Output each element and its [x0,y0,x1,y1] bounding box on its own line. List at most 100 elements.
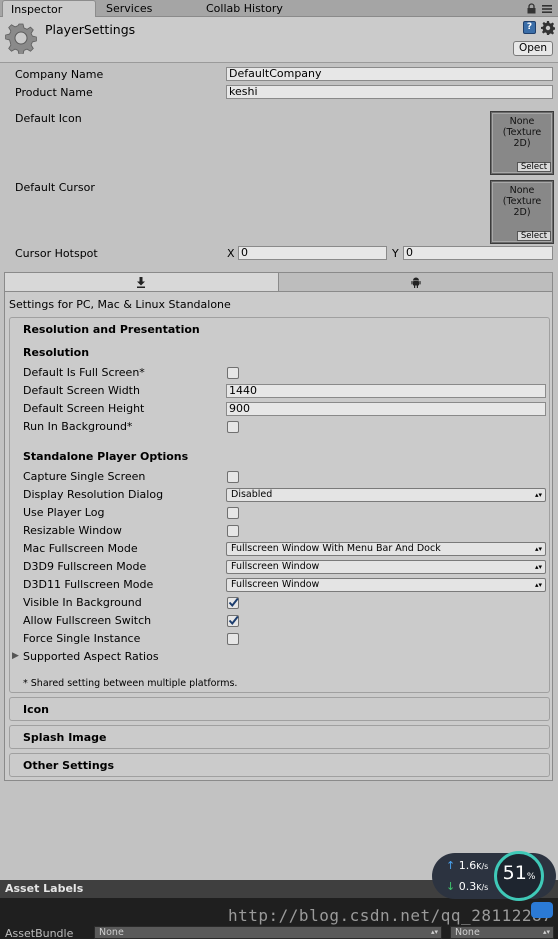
full-screen-label: Default Is Full Screen* [23,366,145,379]
hotspot-y-label: Y [392,247,399,260]
check-icon [228,597,239,608]
supported-aspect-ratios-foldout[interactable]: Supported Aspect Ratios [23,650,159,664]
resolution-presentation-header[interactable]: Resolution and Presentation [23,323,200,337]
d3d9-fullscreen-mode-label: D3D9 Fullscreen Mode [23,560,147,573]
chevron-updown-icon: ▴▾ [534,581,542,589]
resolution-presentation-section: Resolution and Presentation Resolution D… [9,317,550,693]
settings-for-label: Settings for PC, Mac & Linux Standalone [9,298,231,311]
company-name-label: Company Name [15,68,104,81]
dropdown-value: None [99,927,124,938]
run-in-background-label: Run In Background* [23,420,133,433]
texture-none-text: None (Texture 2D) [502,116,542,149]
watermark-text: http://blog.csdn.net/qq_28112287 [228,906,553,925]
page-title: PlayerSettings [45,22,136,37]
help-icon[interactable]: ? [523,21,536,34]
visible-in-background-checkbox[interactable] [227,597,239,609]
use-player-log-checkbox[interactable] [227,507,239,519]
settings-gear-icon [5,23,37,54]
upload-speed: ↑ 1.6K/s [446,859,488,872]
tab-inspector-label: Inspector [11,3,63,16]
arrow-down-icon: ↓ [446,880,456,893]
hotspot-x-label: X [227,247,235,260]
hotspot-y-field[interactable]: 0 [403,246,553,260]
other-settings-section[interactable]: Other Settings [9,753,550,777]
shield-icon[interactable] [531,902,553,918]
run-in-background-checkbox[interactable] [227,421,239,433]
platform-settings-panel: Settings for PC, Mac & Linux Standalone … [4,272,553,781]
screen-width-label: Default Screen Width [23,384,140,397]
screen-height-field[interactable]: 900 [226,402,546,416]
download-unit: K/s [476,883,489,892]
screen-width-field[interactable]: 1440 [226,384,546,398]
product-name-field[interactable]: keshi [226,85,553,99]
usage-percent-value: 51 [502,862,527,884]
force-single-instance-checkbox[interactable] [227,633,239,645]
asset-bundle-dropdown[interactable]: None ▴▾ [94,926,442,939]
icon-section[interactable]: Icon [9,697,550,721]
arrow-up-icon: ↑ [446,859,456,872]
upload-unit: K/s [476,862,489,871]
capture-single-screen-checkbox[interactable] [227,471,239,483]
dropdown-value: Fullscreen Window [231,579,320,590]
gear-icon[interactable] [541,21,555,35]
display-resolution-dialog-label: Display Resolution Dialog [23,488,164,501]
texture-none-text: None (Texture 2D) [502,185,542,218]
default-cursor-select-button[interactable]: Select [517,231,551,241]
tab-services[interactable]: Services [98,0,194,17]
hotspot-x-field[interactable]: 0 [238,246,387,260]
product-name-label: Product Name [15,86,93,99]
default-icon-select-button[interactable]: Select [517,162,551,172]
allow-fullscreen-switch-checkbox[interactable] [227,615,239,627]
platform-tab-standalone[interactable] [5,273,279,292]
mac-fullscreen-mode-label: Mac Fullscreen Mode [23,542,138,555]
splash-image-section[interactable]: Splash Image [9,725,550,749]
download-value: 0.3 [458,880,477,893]
mac-fullscreen-mode-dropdown[interactable]: Fullscreen Window With Menu Bar And Dock… [226,542,546,556]
d3d11-fullscreen-mode-dropdown[interactable]: Fullscreen Window ▴▾ [226,578,546,592]
usage-percent: 51% [494,862,544,884]
resizable-window-checkbox[interactable] [227,525,239,537]
chevron-updown-icon: ▴▾ [534,545,542,553]
tab-collab-history[interactable]: Collab History [198,0,318,17]
other-settings-section-title: Other Settings [23,759,115,772]
icon-section-title: Icon [23,703,50,716]
default-cursor-label: Default Cursor [15,181,95,194]
open-button[interactable]: Open [513,41,553,56]
allow-fullscreen-switch-label: Allow Fullscreen Switch [23,614,152,627]
check-icon [228,615,239,626]
screen-height-label: Default Screen Height [23,402,145,415]
inspector-header: PlayerSettings ? Open [0,17,558,63]
asset-bundle-variant-dropdown[interactable]: None ▴▾ [450,926,554,939]
tab-inspector[interactable]: Inspector [2,0,96,17]
force-single-instance-label: Force Single Instance [23,632,141,645]
capture-single-screen-label: Capture Single Screen [23,470,146,483]
company-name-field[interactable]: DefaultCompany [226,67,553,81]
default-icon-label: Default Icon [15,112,82,125]
chevron-updown-icon: ▴▾ [534,491,542,499]
d3d9-fullscreen-mode-dropdown[interactable]: Fullscreen Window ▴▾ [226,560,546,574]
platform-tab-android[interactable] [279,273,552,292]
display-resolution-dialog-dropdown[interactable]: Disabled ▴▾ [226,488,546,502]
default-cursor-texture-slot[interactable]: None (Texture 2D) Select [490,180,554,244]
download-icon [137,277,145,288]
dropdown-value: Fullscreen Window With Menu Bar And Dock [231,543,441,554]
full-screen-checkbox[interactable] [227,367,239,379]
default-icon-texture-slot[interactable]: None (Texture 2D) Select [490,111,554,175]
chevron-updown-icon: ▴▾ [430,928,438,936]
expand-triangle-icon[interactable]: ▶ [12,651,19,661]
dropdown-value: Fullscreen Window [231,561,320,572]
menu-icon[interactable] [542,5,552,13]
download-speed: ↓ 0.3K/s [446,880,488,893]
dropdown-value: None [455,927,480,938]
lock-icon[interactable] [527,3,536,14]
use-player-log-label: Use Player Log [23,506,105,519]
tab-collab-label: Collab History [206,2,283,15]
shared-setting-footnote: * Shared setting between multiple platfo… [23,678,238,689]
chevron-updown-icon: ▴▾ [534,563,542,571]
standalone-options-heading: Standalone Player Options [23,450,189,463]
splash-image-section-title: Splash Image [23,731,107,744]
tab-services-label: Services [106,2,153,15]
d3d11-fullscreen-mode-label: D3D11 Fullscreen Mode [23,578,154,591]
chevron-updown-icon: ▴▾ [542,928,550,936]
upload-value: 1.6 [458,859,477,872]
